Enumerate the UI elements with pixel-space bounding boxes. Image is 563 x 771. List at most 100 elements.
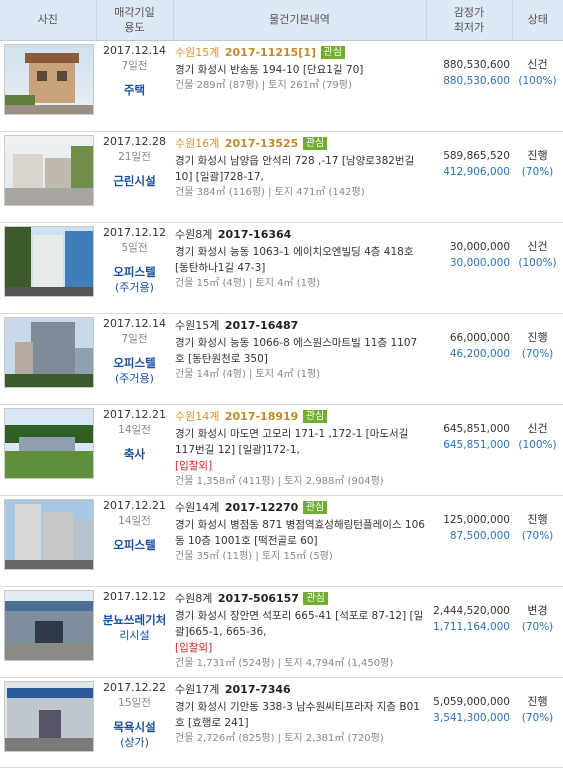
appraisal-price: 2,444,520,000 (433, 604, 510, 617)
appraisal-price: 589,865,520 (443, 149, 510, 162)
area-info: 건물 35㎡ (11평) | 토지 15㎡ (5평) (175, 550, 333, 562)
case-number-link[interactable]: 2017-506157 (218, 592, 299, 605)
days-left: 5일전 (121, 241, 148, 254)
property-use-sub: (주거용) (115, 280, 154, 294)
photo-cell (0, 495, 96, 587)
status-ratio: (70%) (521, 711, 554, 724)
date-cell: 2017.12.12 5일전 오피스텔 (주거용) (96, 222, 173, 314)
photo-cell (0, 677, 96, 768)
photo-cell (0, 586, 96, 678)
case-line: 수원17계 2017-7346 (175, 681, 426, 699)
property-use[interactable]: 분뇨쓰레기처 (96, 613, 173, 628)
area-info: 건물 1,358㎡ (411평) | 토지 2,988㎡ (904평) (175, 475, 384, 487)
appraisal-price: 30,000,000 (449, 240, 510, 253)
date-cell: 2017.12.22 15일전 목욕시설 (상가) (96, 677, 173, 768)
info-cell: 수원15계 2017-11215[1] 관심 경기 화성시 반송동 194-10… (173, 40, 426, 132)
status-cell: 신건 (100%) (512, 404, 563, 496)
appraisal-price: 5,059,000,000 (433, 695, 510, 708)
header-date-use: 매각기일 용도 (96, 0, 174, 41)
status-label: 진행 (527, 148, 548, 162)
table-row[interactable]: 2017.12.21 14일전 축사 수원14계 2017-18919 관심 경… (0, 404, 563, 496)
case-number-link[interactable]: 2017-13525 (225, 137, 298, 150)
case-number-link[interactable]: 2017-7346 (225, 683, 291, 696)
minimum-price: 880,530,600 (443, 74, 510, 87)
property-address: 경기 화성시 기안동 338-3 남수원씨티프라자 지층 B01호 [효행로 2… (175, 700, 420, 729)
interest-badge[interactable]: 관심 (320, 45, 345, 59)
interest-badge[interactable]: 관심 (302, 409, 328, 423)
status-cell: 신건 (100%) (512, 222, 563, 314)
table-row[interactable]: 2017.12.28 21일전 근린시설 수원16계 2017-13525 관심… (0, 131, 563, 223)
mall-photo[interactable] (4, 680, 94, 752)
info-cell: 수원8계 2017-16364 경기 화성시 능동 1063-1 에이치오엔빌딩… (173, 222, 426, 314)
auction-date: 2017.12.28 (103, 134, 166, 148)
minimum-price: 412,906,000 (443, 165, 510, 178)
office-photo[interactable] (4, 225, 94, 297)
days-left: 15일전 (118, 696, 151, 709)
property-use[interactable]: 주택 (96, 83, 173, 98)
table-row[interactable]: 2017.12.14 7일전 주택 수원15계 2017-11215[1] 관심… (0, 40, 563, 132)
case-line: 수원14계 2017-12270 관심 (175, 499, 426, 517)
header-appraisal: 감정가 (453, 5, 485, 19)
case-number-link[interactable]: 2017-18919 (225, 410, 298, 423)
property-use[interactable]: 오피스텔 (96, 356, 173, 371)
case-line: 수원15계 2017-16487 (175, 317, 426, 335)
case-number-link[interactable]: 2017-11215[1] (225, 46, 316, 59)
price-cell: 66,000,000 46,200,000 (426, 313, 512, 405)
appraisal-price: 880,530,600 (443, 58, 510, 71)
minimum-price: 1,711,164,000 (433, 620, 510, 633)
minimum-price: 30,000,000 (449, 256, 510, 269)
property-address: 경기 화성시 능동 1066-8 에스원스마트빌 11층 1107호 [동탄원천… (175, 336, 418, 365)
auction-date: 2017.12.14 (103, 316, 166, 330)
property-use[interactable]: 목욕시설 (96, 720, 173, 735)
interest-badge[interactable]: 관심 (302, 136, 328, 150)
table-row[interactable]: 2017.12.14 7일전 오피스텔 (주거용) 수원15계 2017-164… (0, 313, 563, 405)
table-row[interactable]: 2017.12.12 5일전 오피스텔 (주거용) 수원8계 2017-1636… (0, 222, 563, 314)
minimum-price: 3,541,300,000 (433, 711, 510, 724)
table-row[interactable]: 2017.12.22 15일전 목욕시설 (상가) 수원17계 2017-734… (0, 677, 563, 768)
auction-date: 2017.12.12 (103, 589, 166, 603)
property-use[interactable]: 근린시설 (96, 174, 173, 189)
price-cell: 5,059,000,000 3,541,300,000 (426, 677, 512, 768)
case-number-link[interactable]: 2017-16487 (225, 319, 298, 332)
auction-date: 2017.12.14 (103, 43, 166, 57)
status-ratio: (100%) (518, 438, 557, 451)
case-line: 수원16계 2017-13525 관심 (175, 135, 426, 153)
minimum-price: 645,851,000 (443, 438, 510, 451)
status-ratio: (100%) (518, 256, 557, 269)
status-cell: 진행 (70%) (512, 495, 563, 587)
header-info: 물건기본내역 (173, 0, 427, 41)
info-cell: 수원16계 2017-13525 관심 경기 화성시 남양읍 안석리 728 ,… (173, 131, 426, 223)
property-use-sub: 리시설 (119, 628, 150, 642)
price-cell: 2,444,520,000 1,711,164,000 (426, 586, 512, 678)
auction-date: 2017.12.21 (103, 407, 166, 421)
header-photo: 사진 (0, 0, 97, 41)
auction-list-table: 사진 매각기일 용도 물건기본내역 감정가 최저가 상태 2017.12.14 7일… (0, 0, 563, 768)
price-cell: 30,000,000 30,000,000 (426, 222, 512, 314)
tower-photo[interactable] (4, 316, 94, 388)
property-use[interactable]: 축사 (96, 447, 173, 462)
apartment-photo[interactable] (4, 498, 94, 570)
area-info: 건물 14㎡ (4평) | 토지 4㎡ (1평) (175, 368, 321, 380)
barn-photo[interactable] (4, 407, 94, 479)
house-photo[interactable] (4, 43, 94, 115)
price-cell: 125,000,000 87,500,000 (426, 495, 512, 587)
table-row[interactable]: 2017.12.12 분뇨쓰레기처 리시설 수원8계 2017-506157 관… (0, 586, 563, 678)
property-use[interactable]: 오피스텔 (96, 538, 173, 553)
status-label: 신건 (527, 421, 548, 435)
status-cell: 진행 (70%) (512, 677, 563, 768)
photo-cell (0, 313, 96, 405)
property-use[interactable]: 오피스텔 (96, 265, 173, 280)
date-cell: 2017.12.14 7일전 오피스텔 (주거용) (96, 313, 173, 405)
table-row[interactable]: 2017.12.21 14일전 오피스텔 수원14계 2017-12270 관심… (0, 495, 563, 587)
street-photo[interactable] (4, 134, 94, 206)
minimum-price: 87,500,000 (449, 529, 510, 542)
case-line: 수원15계 2017-11215[1] 관심 (175, 44, 426, 62)
case-number-link[interactable]: 2017-12270 (225, 501, 298, 514)
interest-badge[interactable]: 관심 (303, 591, 328, 605)
case-number-link[interactable]: 2017-16364 (218, 228, 291, 241)
factory-photo[interactable] (4, 589, 94, 661)
photo-cell (0, 404, 96, 496)
appraisal-price: 125,000,000 (443, 513, 510, 526)
status-cell: 진행 (70%) (512, 131, 563, 223)
interest-badge[interactable]: 관심 (302, 500, 328, 514)
